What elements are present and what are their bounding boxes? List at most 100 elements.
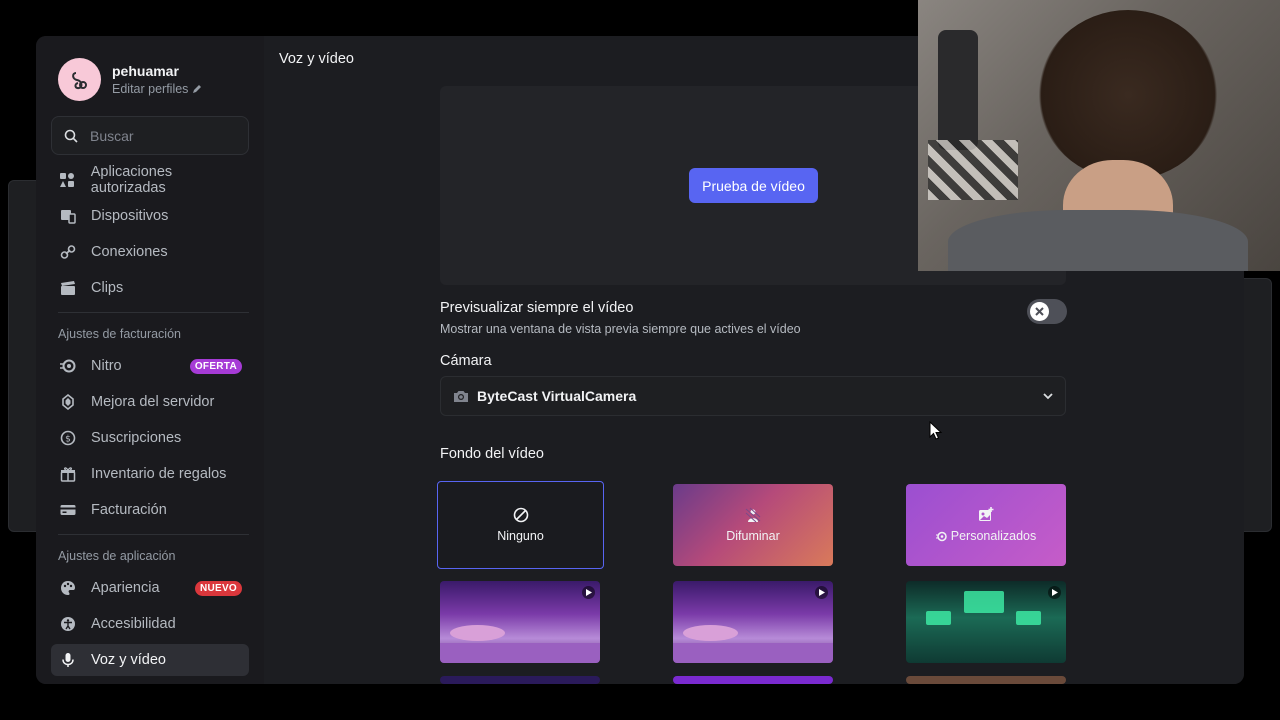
background-scene-mushroom-2[interactable] xyxy=(673,581,833,663)
play-icon xyxy=(1048,586,1061,599)
camera-selected-value: ByteCast VirtualCamera xyxy=(477,388,637,404)
mic-icon xyxy=(59,652,76,669)
sidebar-item-gift-inventory[interactable]: Inventario de regalos xyxy=(51,458,249,490)
sidebar-divider xyxy=(58,312,249,313)
nitro-icon xyxy=(935,531,947,541)
scene-screen-shape xyxy=(926,611,951,625)
svg-text:$: $ xyxy=(65,435,71,445)
video-background-label: Fondo del vídeo xyxy=(440,446,544,462)
sidebar-item-label: Conexiones xyxy=(91,244,168,260)
pencil-icon xyxy=(193,85,202,93)
scene-mushroom-shape xyxy=(450,625,505,641)
search-icon xyxy=(64,129,78,143)
background-option-label: Personalizados xyxy=(950,529,1037,543)
chevron-down-icon xyxy=(1043,393,1053,400)
webcam-jacket-shape xyxy=(938,30,978,150)
sidebar-item-label: Facturación xyxy=(91,502,167,518)
sidebar-item-accessibility[interactable]: Accesibilidad xyxy=(51,608,249,640)
scene-screen-shape xyxy=(964,591,1004,613)
background-scene-mushroom-1[interactable] xyxy=(440,581,600,663)
palette-icon xyxy=(59,580,76,597)
mouse-cursor-icon xyxy=(929,421,943,440)
sidebar-item-label: Aplicaciones autorizadas xyxy=(90,164,173,196)
none-icon xyxy=(513,507,528,523)
toggle-knob xyxy=(1030,302,1049,321)
sidebar-item-connections[interactable]: Conexiones xyxy=(51,236,249,268)
camera-label: Cámara xyxy=(440,353,492,369)
close-icon xyxy=(1035,307,1044,316)
edit-profile-label: Editar perfiles xyxy=(112,82,189,96)
profile-card[interactable]: pehuamar Editar perfiles xyxy=(58,58,202,101)
background-option-label-row: Personalizados xyxy=(935,529,1037,543)
sidebar-item-clips[interactable]: Clips xyxy=(51,272,249,304)
sidebar-item-authorized-apps[interactable]: Aplicaciones autorizadas xyxy=(51,164,249,196)
sidebar-divider xyxy=(58,534,249,535)
nitro-icon xyxy=(59,358,76,375)
camera-select[interactable]: ByteCast VirtualCamera xyxy=(440,376,1066,416)
sidebar-item-label: Mejora del servidor xyxy=(91,394,215,410)
play-icon xyxy=(815,586,828,599)
settings-sidebar: pehuamar Editar perfiles Aplicaciones au… xyxy=(36,36,264,684)
billing-section-label: Ajustes de facturación xyxy=(58,327,181,341)
card-icon xyxy=(59,502,76,519)
accessibility-icon xyxy=(59,616,76,633)
sidebar-item-server-boost[interactable]: Mejora del servidor xyxy=(51,386,249,418)
sidebar-item-label: Nitro xyxy=(91,358,122,374)
background-option-blur[interactable]: Difuminar xyxy=(673,484,833,566)
sidebar-item-label: Apariencia xyxy=(91,580,160,596)
sidebar-item-label: Suscripciones xyxy=(91,430,182,446)
offer-badge: OFERTA xyxy=(189,359,242,374)
avatar-glyph-icon xyxy=(71,71,87,89)
webcam-shirt-shape xyxy=(948,210,1248,271)
sidebar-item-devices[interactable]: Dispositivos xyxy=(51,200,249,232)
link-icon xyxy=(59,244,76,261)
webcam-checker-shape xyxy=(928,140,1018,200)
avatar[interactable] xyxy=(58,58,101,101)
test-video-button[interactable]: Prueba de vídeo xyxy=(689,168,818,203)
sidebar-item-label: Clips xyxy=(91,280,124,296)
background-scene-partial[interactable] xyxy=(673,676,833,684)
sidebar-item-voice-video[interactable]: Voz y vídeo xyxy=(51,644,249,676)
always-preview-toggle[interactable] xyxy=(1027,299,1067,324)
search-input[interactable] xyxy=(90,127,230,144)
webcam-hair-shape xyxy=(1038,10,1218,180)
app-section-label: Ajustes de aplicación xyxy=(58,549,176,563)
puzzle-icon xyxy=(59,172,76,189)
edit-profile-link[interactable]: Editar perfiles xyxy=(112,82,202,96)
sidebar-item-billing[interactable]: Facturación xyxy=(51,494,249,526)
sidebar-item-nitro[interactable]: Nitro OFERTA xyxy=(51,350,249,382)
scene-ground-shape xyxy=(673,643,833,663)
clapper-icon xyxy=(59,280,76,297)
always-preview-description: Mostrar una ventana de vista previa siem… xyxy=(440,322,801,336)
add-image-icon xyxy=(979,507,994,521)
sidebar-item-label: Accesibilidad xyxy=(91,616,176,632)
background-option-custom[interactable]: Personalizados xyxy=(906,484,1066,566)
scene-screen-shape xyxy=(1016,611,1041,625)
sidebar-item-label: Dispositivos xyxy=(91,208,169,224)
username: pehuamar xyxy=(112,63,179,79)
always-preview-title: Previsualizar siempre el vídeo xyxy=(440,300,634,316)
scene-ground-shape xyxy=(440,643,600,663)
webcam-overlay xyxy=(918,0,1280,271)
background-option-none[interactable]: Ninguno xyxy=(437,481,604,569)
boost-icon xyxy=(59,394,76,411)
background-scene-partial[interactable] xyxy=(440,676,600,684)
devices-icon xyxy=(59,208,76,225)
background-option-label: Difuminar xyxy=(726,529,780,543)
gift-icon xyxy=(59,466,76,483)
new-badge: NUEVO xyxy=(194,581,242,596)
play-icon xyxy=(582,586,595,599)
scene-mushroom-shape xyxy=(683,625,738,641)
background-scene-partial[interactable] xyxy=(906,676,1066,684)
sidebar-item-appearance[interactable]: Apariencia NUEVO xyxy=(51,572,249,604)
blur-icon xyxy=(745,507,761,523)
background-scene-computer-lab[interactable] xyxy=(906,581,1066,663)
sidebar-item-subscriptions[interactable]: $ Suscripciones xyxy=(51,422,249,454)
sidebar-item-label: Voz y vídeo xyxy=(91,652,166,668)
sidebar-item-label: Inventario de regalos xyxy=(91,466,227,482)
search-field[interactable] xyxy=(51,116,249,155)
background-option-label: Ninguno xyxy=(497,529,544,543)
subscriptions-icon: $ xyxy=(59,430,76,447)
camera-icon xyxy=(454,390,468,402)
page-title: Voz y vídeo xyxy=(279,51,354,67)
